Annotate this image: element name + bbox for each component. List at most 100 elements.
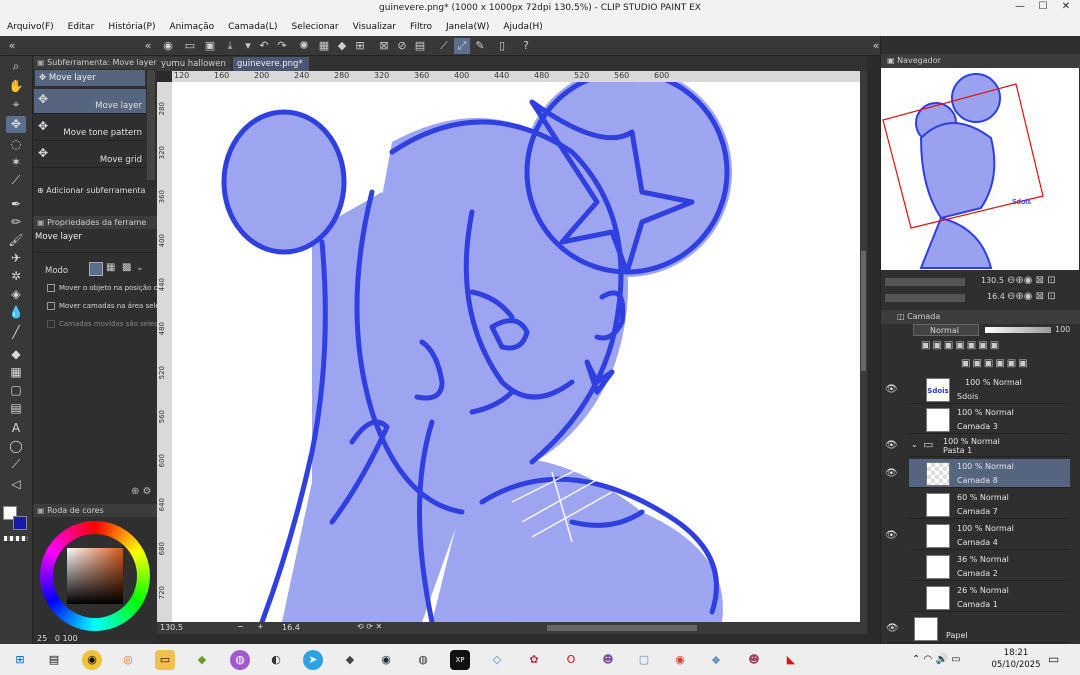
brush-tool-icon[interactable]: 🖌 xyxy=(6,232,26,249)
clock-time[interactable]: 18:21 xyxy=(990,648,1042,658)
telegram-icon[interactable]: ➤ xyxy=(303,650,323,670)
checkbox-select-moved[interactable] xyxy=(47,320,55,328)
task-view-icon[interactable]: ▤ xyxy=(44,650,64,670)
pen-pressure-icon[interactable]: ⟋ xyxy=(436,38,452,54)
saturation-square[interactable] xyxy=(67,548,123,604)
snap-grid-icon[interactable]: ▤ xyxy=(412,38,428,54)
opera-icon[interactable]: O xyxy=(561,650,581,670)
snap-special-icon[interactable]: ⊘ xyxy=(394,38,410,54)
minimize-button[interactable]: — xyxy=(1010,1,1030,17)
tab-yumu-hallowen[interactable]: yumu hallowen xyxy=(157,57,231,71)
steam-icon[interactable]: ◉ xyxy=(376,650,396,670)
app-icon[interactable]: ◉ xyxy=(670,650,690,670)
layer-actions-icons[interactable]: ▣▣▣▣▣▣ xyxy=(961,358,1030,369)
menu-filtro[interactable]: Filtro xyxy=(403,22,439,32)
airbrush-tool-icon[interactable]: ✈ xyxy=(6,250,26,267)
discord-icon[interactable]: ◍ xyxy=(230,650,250,670)
checkbox-move-clicked[interactable] xyxy=(47,284,55,292)
app-icon[interactable]: ◆ xyxy=(192,650,212,670)
add-subtool-button[interactable]: ⊕ Adicionar subferramenta xyxy=(37,186,145,195)
eraser-tool-icon[interactable]: ◈ xyxy=(6,286,26,303)
windows-start-icon[interactable]: ⊞ xyxy=(10,650,30,670)
menu-selecionar[interactable]: Selecionar xyxy=(284,22,345,32)
checkbox-move-selected[interactable] xyxy=(47,302,55,310)
visibility-eye-icon[interactable]: 👁 xyxy=(885,440,898,451)
open-folder-icon[interactable]: ▣ xyxy=(202,38,218,54)
subtool-scrollbar[interactable] xyxy=(147,70,155,180)
menu-janela[interactable]: Janela(W) xyxy=(439,22,496,32)
edit-icon[interactable]: ✎ xyxy=(472,38,488,54)
close-button[interactable]: ✕ xyxy=(1056,1,1076,17)
file-explorer-icon[interactable]: ▭ xyxy=(155,650,175,670)
menu-camada[interactable]: Camada(L) xyxy=(221,22,284,32)
layer-row-camada-3[interactable]: 100 % Normal Camada 3 xyxy=(909,405,1070,434)
visibility-eye-icon[interactable]: 👁 xyxy=(885,468,898,479)
xp-pen-icon[interactable]: XP xyxy=(450,650,470,670)
status-zoom[interactable]: 130.5 xyxy=(160,623,183,632)
menu-animacao[interactable]: Animação xyxy=(162,22,221,32)
help-icon[interactable]: ? xyxy=(518,38,534,54)
blend-tool-icon[interactable]: 💧 xyxy=(6,304,26,321)
app-icon[interactable]: ☻ xyxy=(598,650,618,670)
menu-ajuda[interactable]: Ajuda(H) xyxy=(496,22,549,32)
new-file-icon[interactable]: ▭ xyxy=(182,38,198,54)
clip-studio-icon[interactable]: ◉ xyxy=(160,38,176,54)
zoom-tool-icon[interactable]: ⌕ xyxy=(6,58,26,75)
app-icon[interactable]: ▢ xyxy=(634,650,654,670)
layer-row-papel[interactable]: 👁 Papel xyxy=(886,614,1070,643)
menu-historia[interactable]: História(P) xyxy=(101,22,162,32)
navigator-zoom[interactable]: 130.5 xyxy=(981,276,1004,285)
loading-icon[interactable]: ✺ xyxy=(296,38,312,54)
app-icon[interactable]: ◇ xyxy=(487,650,507,670)
save-icon[interactable]: ⤓ xyxy=(222,38,238,54)
pencil-active-icon[interactable]: ╱ xyxy=(6,324,26,341)
opacity-slider[interactable] xyxy=(985,327,1051,333)
app-icon[interactable]: ◆ xyxy=(706,650,726,670)
app-icon[interactable]: ☻ xyxy=(744,650,764,670)
decoration-tool-icon[interactable]: ✲ xyxy=(6,268,26,285)
transform-icon[interactable]: ⊞ xyxy=(352,38,368,54)
pen-tool-icon[interactable]: ✒ xyxy=(6,196,26,213)
clip-studio-taskbar-icon[interactable]: ◍ xyxy=(413,650,433,670)
navigator-angle[interactable]: 16.4 xyxy=(987,292,1005,301)
navigator-zoom-buttons-icon[interactable]: ⊖⊕◉ ⊠ ⊡ xyxy=(1007,275,1056,286)
navigator-zoom-slider[interactable] xyxy=(885,278,965,286)
hue-ring[interactable] xyxy=(40,521,150,631)
sub-color-swatch[interactable] xyxy=(13,516,27,530)
app-icon[interactable]: ◆ xyxy=(340,650,360,670)
opacity-value[interactable]: 100 xyxy=(1055,325,1070,334)
layer-options-icons[interactable]: ▣▣▣▣▣▣▣ xyxy=(921,340,1001,351)
firefox-icon[interactable]: ◎ xyxy=(118,650,138,670)
operation-tool-icon[interactable]: ⌖ xyxy=(6,96,26,113)
visibility-eye-icon[interactable]: 👁 xyxy=(885,530,898,541)
layer-row-camada-1[interactable]: 26 % Normal Camada 1 xyxy=(909,583,1070,612)
mode-layer-icon[interactable] xyxy=(89,262,103,276)
hand-tool-icon[interactable]: ✋ xyxy=(6,78,26,95)
zoom-out-icon[interactable]: − xyxy=(237,622,244,631)
chrome-icon[interactable]: ◉ xyxy=(82,650,102,670)
magic-wand-icon[interactable]: ✶ xyxy=(6,154,26,171)
zoom-in-icon[interactable]: + xyxy=(257,622,264,631)
app-icon[interactable]: ✿ xyxy=(524,650,544,670)
transparent-color-icon[interactable] xyxy=(4,536,28,541)
notification-icon[interactable]: ▭ xyxy=(1048,652,1059,666)
status-angle[interactable]: 16.4 xyxy=(282,623,300,632)
subtool-move-tone-pattern[interactable]: ✥ Move tone pattern xyxy=(34,116,146,141)
collapse-icon[interactable]: « xyxy=(140,38,156,54)
blend-mode-select[interactable]: Normal xyxy=(913,324,979,336)
folder-expand-icon[interactable]: ⌄ xyxy=(911,440,918,449)
redo-icon[interactable]: ↷ xyxy=(274,38,290,54)
pencil-tool-icon[interactable]: ✏ xyxy=(6,214,26,231)
obs-icon[interactable]: ◐ xyxy=(266,650,286,670)
frame-tool-icon[interactable]: ▤ xyxy=(6,400,26,417)
undo-icon[interactable]: ↶ xyxy=(256,38,272,54)
ruler-tool-icon[interactable]: ⟋ xyxy=(6,456,26,473)
navigator-rotate-buttons-icon[interactable]: ⊖⊕◉ ⊠ ⊡ xyxy=(1007,291,1056,302)
maximize-button[interactable]: ☐ xyxy=(1033,1,1053,17)
export-icon[interactable]: ▾ xyxy=(240,38,256,54)
fill-icon[interactable]: ◆ xyxy=(334,38,350,54)
tab-guinevere[interactable]: guinevere.png* xyxy=(233,57,309,71)
visibility-eye-icon[interactable]: 👁 xyxy=(886,623,899,634)
text-tool-icon[interactable]: A xyxy=(6,420,26,437)
layer-row-camada-7[interactable]: 60 % Normal Camada 7 xyxy=(909,490,1070,519)
